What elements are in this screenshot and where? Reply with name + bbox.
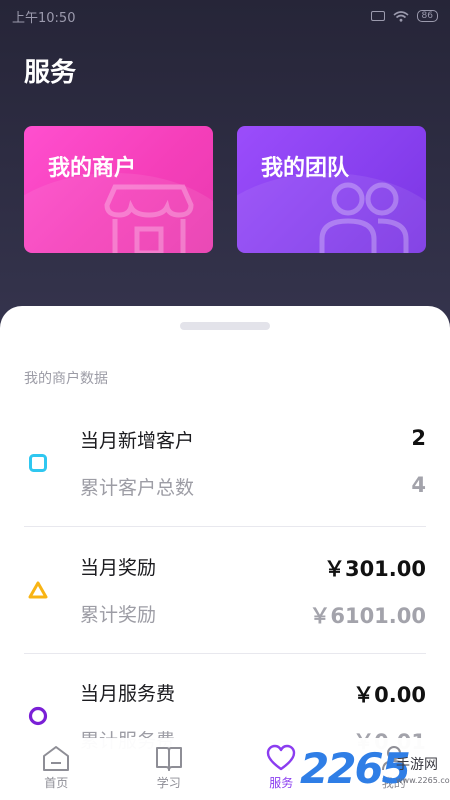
- metric-sub-value: ￥6101.00: [309, 604, 426, 628]
- battery-icon: 86: [416, 10, 438, 22]
- book-icon: [155, 747, 182, 771]
- metric-title: 当月新增客户: [80, 430, 195, 452]
- metric-value: 2: [411, 426, 426, 450]
- row-divider: [24, 526, 426, 527]
- sim-icon: [370, 11, 385, 21]
- watermark-text: 手游网: [396, 757, 438, 773]
- my-team-label: 我的团队: [261, 156, 350, 181]
- metric-title: 当月服务费: [80, 683, 176, 705]
- section-label: 我的商户数据: [24, 371, 108, 387]
- tab-home[interactable]: 首页: [0, 738, 113, 800]
- my-team-card[interactable]: 我的团队: [237, 126, 426, 253]
- metric-sub-title: 累计客户总数: [80, 477, 195, 499]
- metric-sub-value: 4: [411, 473, 426, 497]
- home-icon: [43, 746, 70, 771]
- merchant-data-sheet: 我的商户数据 当月新增客户 2 累计客户总数 4 当月奖励 ￥301.00 累计…: [0, 306, 450, 800]
- tab-study[interactable]: 学习: [113, 738, 226, 800]
- status-bar: 上午10:50 86: [0, 0, 450, 32]
- square-icon: [29, 454, 47, 472]
- shop-icon: [104, 184, 194, 253]
- site-watermark: 2265 手游网 www.2265.com: [300, 740, 450, 798]
- team-icon: [319, 182, 409, 253]
- tab-label: 首页: [44, 776, 69, 790]
- tab-label: 服务: [269, 776, 294, 790]
- status-icons: 86: [370, 10, 438, 22]
- status-time: 上午10:50: [12, 10, 76, 26]
- triangle-icon: [28, 581, 48, 599]
- circle-icon: [28, 706, 48, 726]
- sheet-drag-handle[interactable]: [180, 322, 270, 330]
- my-merchants-card[interactable]: 我的商户: [24, 126, 213, 253]
- page-title: 服务: [24, 58, 77, 88]
- metric-sub-title: 累计奖励: [80, 604, 157, 626]
- watermark-url: www.2265.com: [396, 776, 450, 785]
- metric-row-customers[interactable]: 当月新增客户 2 累计客户总数 4: [0, 404, 450, 534]
- wifi-icon: [393, 10, 409, 22]
- watermark-number: 2265: [300, 744, 411, 793]
- heart-icon: [267, 744, 296, 771]
- metric-value: ￥301.00: [323, 557, 426, 581]
- tab-label: 学习: [156, 776, 181, 790]
- row-divider: [24, 653, 426, 654]
- metric-row-rewards[interactable]: 当月奖励 ￥301.00 累计奖励 ￥6101.00: [0, 531, 450, 661]
- metric-value: ￥0.00: [353, 683, 426, 707]
- metric-title: 当月奖励: [80, 557, 157, 579]
- my-merchants-label: 我的商户: [48, 156, 137, 181]
